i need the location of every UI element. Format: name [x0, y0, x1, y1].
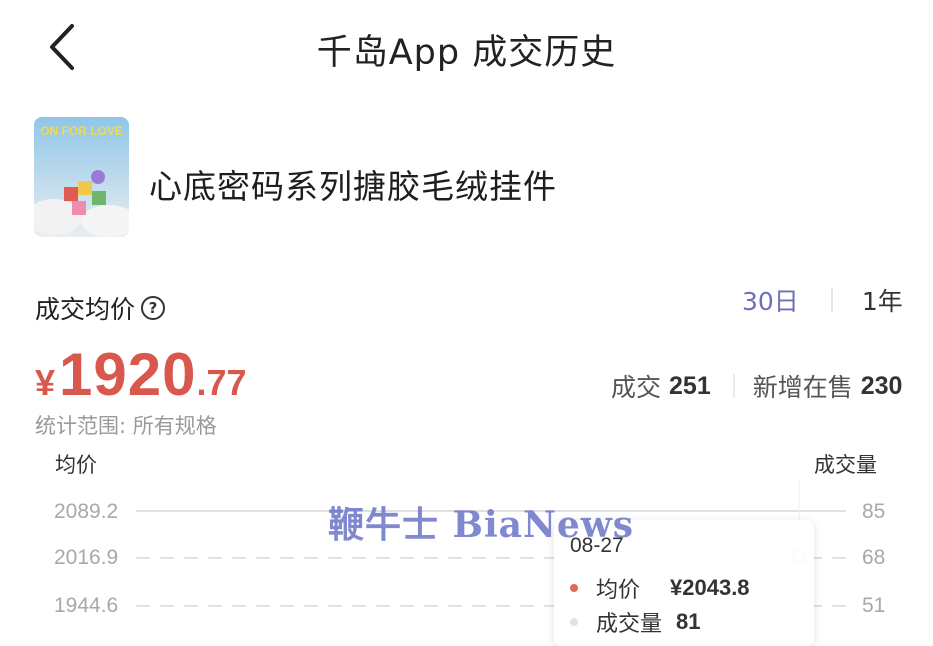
product-thumbnail[interactable]: ON FOR LOVE [34, 117, 129, 237]
stat-scope: 统计范围: 所有规格 [35, 414, 217, 438]
y-left-axis-title: 均价 [55, 453, 97, 477]
average-price-label-text: 成交均价 [35, 295, 136, 324]
y-right-axis-title: 成交量 [814, 453, 877, 477]
tooltip-avg-row: 均价 ¥2043.8 [570, 572, 750, 604]
tooltip-volume-row: 成交量 81 [570, 606, 701, 638]
average-price-label: 成交均价 ? [35, 290, 166, 326]
tooltip-avg-value: ¥2043.8 [670, 575, 750, 600]
price-integer: 1920 [59, 341, 197, 408]
avg-series-dot [570, 584, 578, 592]
tooltip-volume-label: 成交量 [596, 612, 663, 637]
thumbnail-logo-text: ON FOR LOVE [40, 124, 123, 138]
watermark: 鞭牛士 BiaNews [328, 504, 635, 546]
question-circle-icon[interactable]: ? [141, 296, 166, 320]
tab-divider [830, 288, 833, 312]
price-decimal: .77 [196, 362, 247, 403]
stats-divider [732, 374, 735, 398]
volume-series-dot [570, 618, 578, 626]
price-currency: ¥ [35, 362, 56, 403]
average-price-value: ¥ 1920 .77 [35, 340, 247, 409]
trades-label: 成交 [611, 373, 662, 402]
new-listings-label: 新增在售 [752, 373, 853, 402]
page-title: 千岛App 成交历史 [316, 33, 617, 73]
tooltip-volume-value: 81 [676, 609, 701, 634]
tooltip-avg-label: 均价 [596, 578, 641, 603]
trades-value: 251 [669, 371, 711, 400]
product-name: 心底密码系列搪胶毛绒挂件 [149, 167, 557, 206]
tab-30-days[interactable]: 30日 [740, 282, 801, 318]
tab-1-year[interactable]: 1年 [860, 282, 905, 318]
trade-stats: 成交 251 新增在售 230 [611, 368, 902, 404]
new-listings-value: 230 [860, 371, 903, 400]
range-tabs: 30日 1年 [740, 282, 905, 318]
